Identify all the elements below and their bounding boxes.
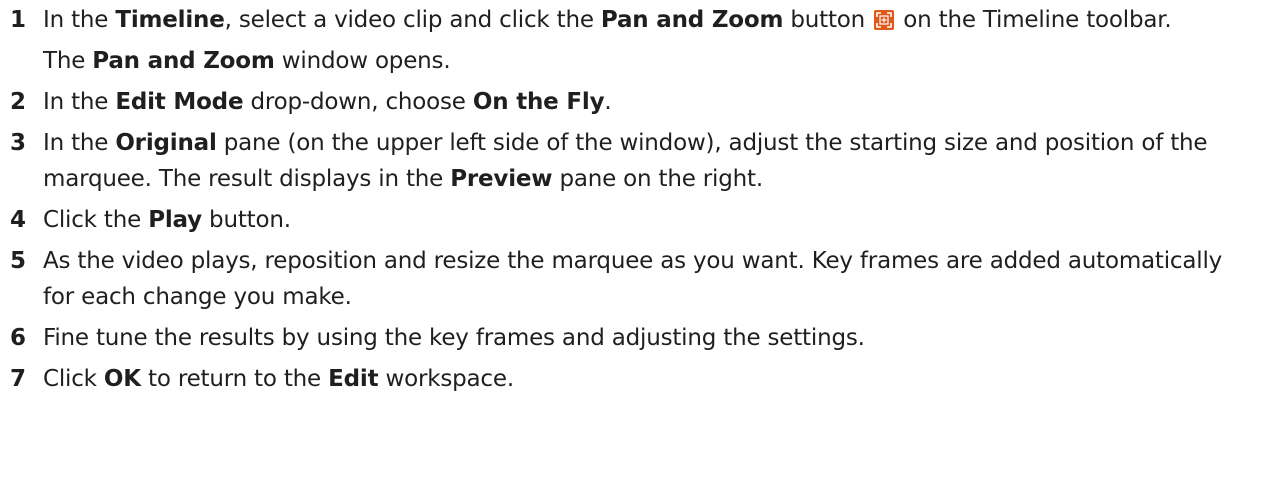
text-run: In the [43,7,116,33]
step-number: 4 [10,207,26,233]
text-run: Click the [43,207,149,233]
ui-term-pan-and-zoom: Pan and Zoom [92,48,275,74]
step-text: As the video plays, reposition and resiz… [43,248,1223,310]
text-run: window opens. [274,48,451,74]
step-7: 7 Click OK to return to the Edit workspa… [10,361,1260,397]
step-text: In the Timeline, select a video clip and… [43,7,1172,33]
text-run: , select a video clip and click the [224,7,601,33]
text-run: The [43,48,93,74]
step-text: In the Original pane (on the upper left … [43,130,1208,192]
ui-term-pan-and-zoom: Pan and Zoom [600,7,784,33]
step-text: In the Edit Mode drop-down, choose On th… [43,89,612,115]
pan-and-zoom-icon [874,10,895,30]
step-text: Click the Play button. [43,207,291,233]
text-run: to return to the [140,366,329,392]
ui-term-timeline: Timeline [115,7,225,33]
step-number: 5 [10,248,26,274]
text-run: Click [43,366,104,392]
ui-term-play: Play [148,207,202,233]
text-run: workspace. [378,366,515,392]
ui-term-ok: OK [103,366,141,392]
step-number: 3 [10,130,26,156]
text-run: button. [201,207,291,233]
ui-term-edit: Edit [328,366,379,392]
step-note: The Pan and Zoom window opens. [43,43,1260,79]
text-run: button [783,7,873,33]
ui-term-original: Original [115,130,217,156]
step-text: Click OK to return to the Edit workspace… [43,366,514,392]
step-number: 2 [10,89,26,115]
text-run: In the [43,89,116,115]
text-run: pane on the right. [552,166,763,192]
text-run: drop-down, choose [243,89,473,115]
step-2: 2 In the Edit Mode drop-down, choose On … [10,84,1260,120]
ui-term-edit-mode: Edit Mode [115,89,244,115]
step-3: 3 In the Original pane (on the upper lef… [10,125,1260,197]
step-number: 6 [10,325,26,351]
step-6: 6 Fine tune the results by using the key… [10,320,1260,356]
step-text: Fine tune the results by using the key f… [43,325,865,351]
step-4: 4 Click the Play button. [10,202,1260,238]
ui-term-on-the-fly: On the Fly [472,89,605,115]
step-5: 5 As the video plays, reposition and res… [10,243,1260,315]
step-1: 1 In the Timeline, select a video clip a… [10,2,1260,79]
text-run: on the Timeline toolbar. [896,7,1172,33]
ui-term-preview: Preview [450,166,553,192]
step-number: 7 [10,366,26,392]
text-run: . [604,89,612,115]
text-run: In the [43,130,116,156]
step-number: 1 [10,7,26,33]
instruction-steps: 1 In the Timeline, select a video clip a… [10,0,1260,397]
